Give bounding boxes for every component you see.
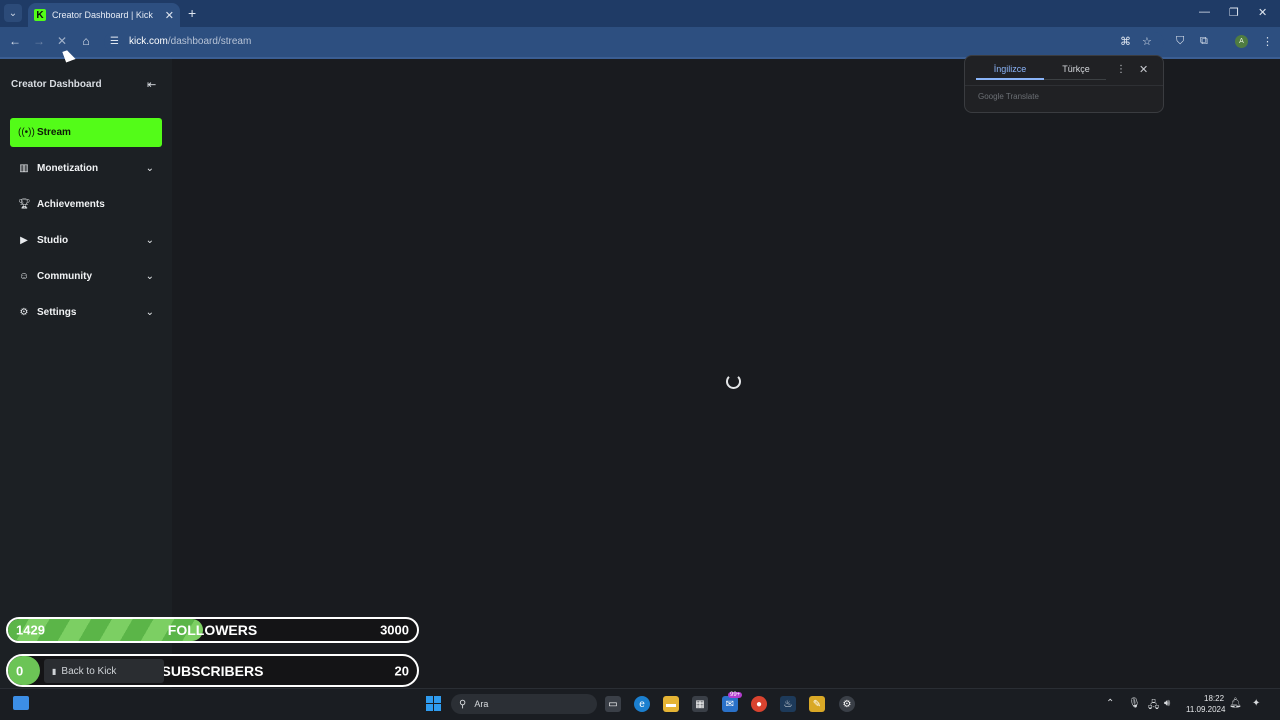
forward-arrow-icon[interactable]: →	[31, 34, 47, 48]
sidebar-item-label: Community	[37, 271, 92, 282]
clock-date[interactable]: 11.09.2024	[1186, 705, 1225, 714]
restore-icon[interactable]: ❐	[1229, 6, 1239, 19]
search-placeholder: Ara	[474, 699, 489, 709]
microphone-icon[interactable]: 🎙︎	[1128, 698, 1141, 709]
back-to-kick-button[interactable]: ▮ Back to Kick	[44, 659, 164, 683]
store-icon[interactable]: ▦	[692, 696, 708, 712]
trophy-icon: 🏆︎	[18, 199, 31, 210]
new-tab-button[interactable]: +	[188, 5, 196, 21]
sidebar-item-achievements[interactable]: 🏆︎ Achievements	[10, 190, 162, 219]
site-info-icon[interactable]: ☰	[110, 36, 122, 48]
volume-icon[interactable]: 🔊︎	[1164, 698, 1170, 709]
window-close-icon[interactable]: ✕	[1258, 6, 1267, 19]
minimize-icon[interactable]: —	[1199, 6, 1210, 18]
followers-target: 3000	[380, 622, 409, 638]
search-icon: ⚲	[459, 698, 467, 710]
tray-chevron-up-icon[interactable]: ⌃	[1106, 698, 1114, 709]
tab-title: Creator Dashboard | Kick	[52, 10, 153, 20]
back-to-kick-label: Back to Kick	[61, 665, 117, 677]
kick-favicon-icon: K	[34, 9, 46, 21]
browser-menu-icon[interactable]: ⋮	[1262, 35, 1273, 48]
url-text[interactable]: kick.com/dashboard/stream	[129, 36, 251, 47]
sidebar-item-label: Settings	[37, 307, 77, 318]
mail-badge: 99+	[728, 692, 743, 698]
editor-app-icon[interactable]: ✎	[809, 696, 825, 712]
chart-icon: ▥	[19, 163, 29, 174]
translate-divider	[965, 85, 1163, 86]
sidebar-item-community[interactable]: ☺ Community ⌄	[10, 262, 162, 291]
sidebar-item-monetization[interactable]: ▥ Monetization ⌄	[10, 154, 162, 183]
file-explorer-icon[interactable]: ▬	[663, 696, 679, 712]
back-arrow-icon[interactable]: ←	[7, 34, 23, 48]
sidebar-item-settings[interactable]: ⚙ Settings ⌄	[10, 298, 162, 327]
url-host: kick.com	[129, 36, 168, 47]
tab-target-language[interactable]: Türkçe	[1055, 64, 1097, 74]
loading-spinner-icon	[726, 374, 741, 389]
shield-extension-icon[interactable]: ⛉	[1176, 35, 1184, 48]
network-icon[interactable]: 🖧	[1148, 698, 1159, 715]
tab-source-language[interactable]: İngilizce	[976, 64, 1044, 74]
sidebar-item-label: Stream	[37, 127, 71, 138]
sidebar-item-label: Monetization	[37, 163, 99, 174]
edge-browser-icon[interactable]: e	[634, 696, 650, 712]
notification-bell-icon[interactable]: 🔔︎	[1229, 698, 1242, 709]
browser-tab[interactable]: K Creator Dashboard | Kick ✕	[28, 3, 180, 27]
chevron-down-icon: ⌄	[145, 235, 154, 246]
back-door-icon: ▮	[52, 666, 57, 676]
translate-options-icon[interactable]: ⋮	[1116, 64, 1126, 75]
widgets-icon[interactable]	[13, 696, 29, 710]
start-button-icon[interactable]	[426, 696, 441, 711]
mail-icon[interactable]: ✉	[722, 696, 738, 712]
subscribers-target: 20	[394, 663, 409, 678]
active-tab-indicator	[976, 78, 1044, 80]
url-path: /dashboard/stream	[167, 36, 252, 47]
gear-icon: ⚙	[19, 307, 29, 318]
broadcast-icon: ((•))	[18, 127, 35, 138]
chevron-down-icon: ⌄	[145, 271, 154, 282]
chevron-down-icon: ⌄	[145, 307, 154, 318]
studio-icon: ▶	[20, 235, 28, 246]
settings-app-icon[interactable]: ⚙	[839, 696, 855, 712]
home-icon[interactable]: ⌂	[78, 34, 94, 48]
chevron-down-icon: ⌄	[145, 163, 154, 174]
task-view-icon[interactable]: ▭	[605, 696, 621, 712]
tab-search-chevron-icon[interactable]: ⌄	[4, 4, 22, 22]
sidebar-item-studio[interactable]: ▶ Studio ⌄	[10, 226, 162, 255]
chrome-icon[interactable]: ●	[751, 696, 767, 712]
followers-label: FOLLOWERS	[167, 622, 258, 638]
collapse-sidebar-icon[interactable]: ⇤	[147, 78, 156, 91]
extensions-puzzle-icon[interactable]: ⧉	[1200, 35, 1208, 48]
steam-icon[interactable]: ♨	[780, 696, 796, 712]
main-content	[172, 59, 1280, 688]
sidebar-item-label: Studio	[37, 235, 69, 246]
translate-icon[interactable]: ⌘	[1120, 35, 1131, 48]
profile-avatar[interactable]: A	[1235, 35, 1248, 48]
bookmark-star-icon[interactable]: ☆	[1142, 35, 1152, 48]
copilot-icon[interactable]: ✦	[1252, 698, 1260, 709]
address-bar[interactable]	[104, 32, 1164, 52]
community-icon: ☺	[18, 271, 30, 282]
translate-close-icon[interactable]: ✕	[1139, 63, 1148, 76]
clock-time[interactable]: 18:22	[1204, 694, 1224, 703]
sidebar-item-stream[interactable]: ((•)) Stream	[10, 118, 162, 147]
taskbar-search[interactable]: ⚲ Ara	[451, 694, 597, 714]
translate-brand: Google Translate	[978, 92, 1039, 101]
sidebar-title: Creator Dashboard	[11, 79, 102, 90]
tab-close-icon[interactable]: ✕	[165, 9, 174, 22]
followers-goal-bar: 1429 FOLLOWERS 3000	[6, 617, 419, 643]
sidebar-item-label: Achievements	[37, 199, 105, 210]
stop-loading-icon[interactable]: ✕	[54, 34, 70, 48]
